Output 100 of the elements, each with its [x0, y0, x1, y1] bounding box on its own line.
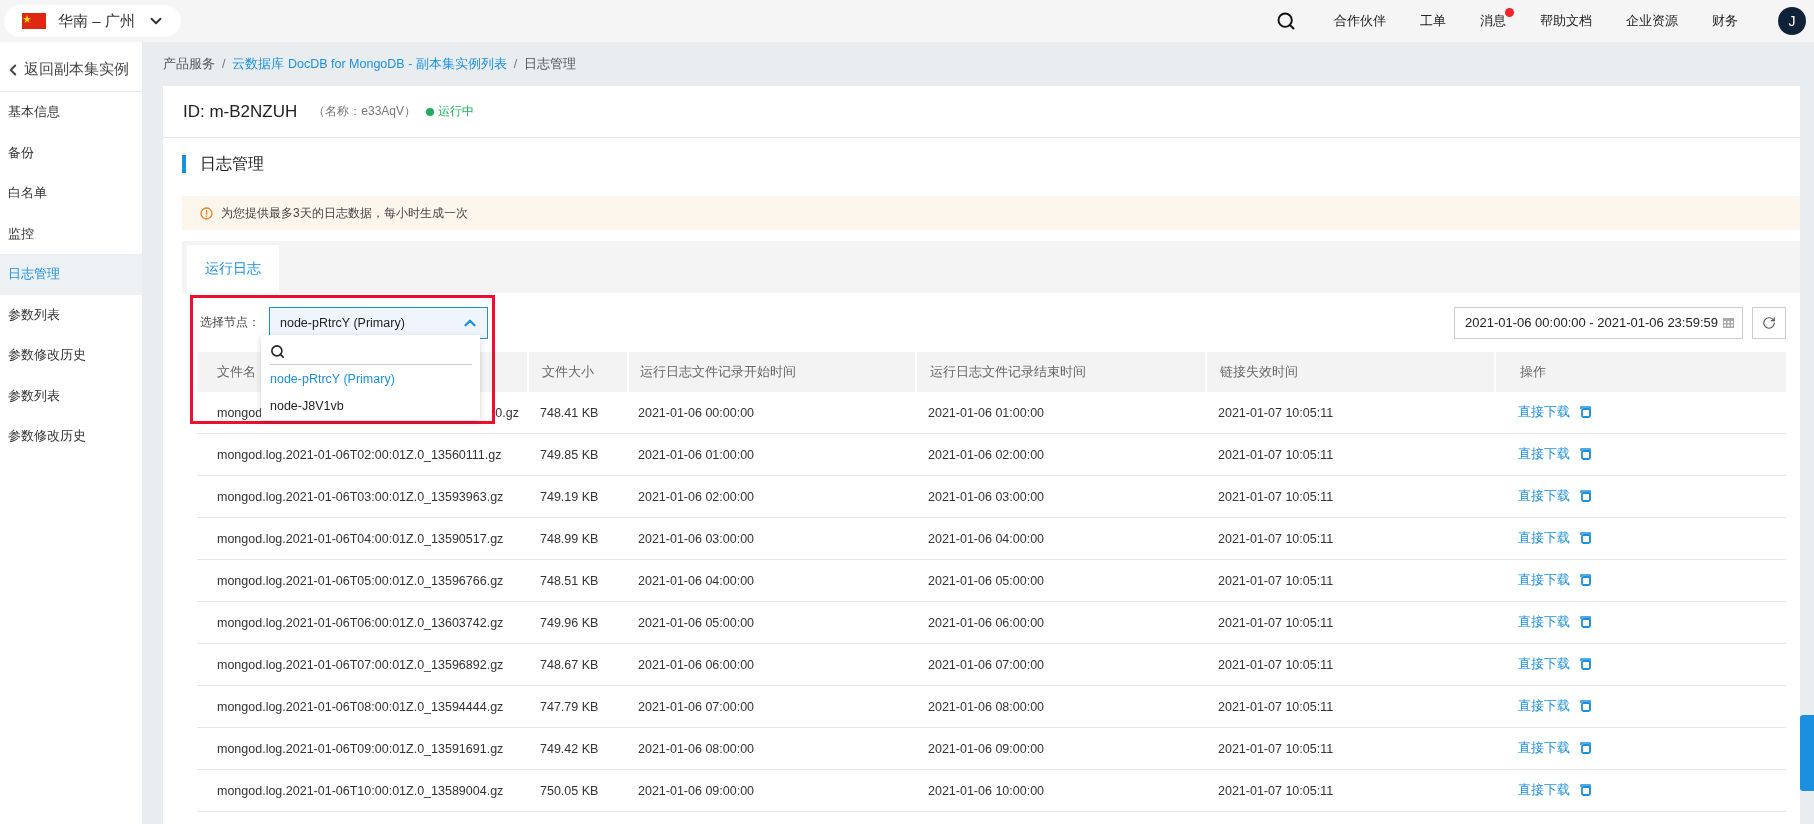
- table-cell-text: 2021-01-06 02:00:00: [927, 446, 1046, 464]
- download-link[interactable]: 直接下载: [1518, 488, 1570, 505]
- instance-name: （名称：e33AqV）: [313, 103, 416, 120]
- notice-text: 为您提供最多3天的日志数据，每小时生成一次: [221, 204, 468, 222]
- back-link[interactable]: 返回副本集实例: [0, 48, 142, 92]
- sidebar-item[interactable]: 参数修改历史: [0, 416, 142, 457]
- table-cell-text: 2021-01-07 10:05:11: [1217, 740, 1335, 758]
- download-link[interactable]: 直接下载: [1518, 530, 1570, 547]
- table-cell-text: 2021-01-06 08:00:00: [637, 740, 756, 758]
- node-select[interactable]: node-pRtrcY (Primary): [269, 306, 488, 339]
- copy-icon[interactable]: [1580, 658, 1593, 671]
- table-cell-text: 2021-01-07 10:05:11: [1217, 530, 1335, 548]
- table-cell-text: 749.85 KB: [539, 446, 600, 464]
- download-link[interactable]: 直接下载: [1518, 656, 1570, 673]
- refresh-icon: [1762, 315, 1776, 330]
- table-cell-text: 2021-01-07 10:05:11: [1217, 698, 1335, 716]
- file-name: mongod.log.2021-01-06T03:00:01Z.0_13593963.gz: [217, 489, 504, 504]
- table-cell-text: 2021-01-06 07:00:00: [927, 656, 1046, 674]
- copy-icon[interactable]: [1580, 448, 1593, 461]
- breadcrumb-item[interactable]: 产品服务: [163, 55, 215, 73]
- table-cell-text: 2021-01-06 00:00:00: [637, 404, 756, 422]
- table-cell-text: 749.42 KB: [539, 740, 600, 758]
- copy-icon[interactable]: [1580, 532, 1593, 545]
- file-name: mongod.log.2021-01-06T04:00:01Z.0_13590517.gz: [217, 531, 504, 546]
- copy-icon[interactable]: [1580, 406, 1593, 419]
- file-name: mongod.log.2021-01-06T09:00:01Z.0_13591691.gz: [217, 741, 504, 756]
- table-cell-text: 2021-01-06 10:00:00: [927, 782, 1046, 800]
- sidebar-item[interactable]: 监控: [0, 213, 142, 254]
- table-cell-text: 2021-01-06 01:00:00: [637, 446, 756, 464]
- table-cell-text: 2021-01-06 01:00:00: [927, 404, 1046, 422]
- breadcrumb-separator: /: [222, 57, 226, 71]
- download-link[interactable]: 直接下载: [1518, 740, 1570, 757]
- search-icon: [270, 343, 285, 359]
- copy-icon[interactable]: [1580, 574, 1593, 587]
- table-cell-text: 2021-01-06 05:00:00: [927, 572, 1046, 590]
- table-cell-text: 748.99 KB: [539, 530, 600, 548]
- file-name: mongod.log.2021-01-06T08:00:01Z.0_13594444.gz: [217, 699, 504, 714]
- nav-link[interactable]: 企业资源: [1626, 13, 1678, 28]
- file-name: mongod.log.2021-01-06T10:00:01Z.0_13589004.gz: [217, 783, 504, 798]
- sidebar-item[interactable]: 基本信息: [0, 92, 142, 133]
- table-cell-text: 748.67 KB: [539, 656, 600, 674]
- table-cell-text: 2021-01-07 10:05:11: [1217, 572, 1335, 590]
- table-cell-text: 2021-01-07 10:05:11: [1217, 782, 1335, 800]
- download-link[interactable]: 直接下载: [1518, 698, 1570, 715]
- column-header: 运行日志文件记录开始时间: [640, 363, 796, 381]
- dropdown-option[interactable]: node-pRtrcY (Primary): [270, 364, 472, 393]
- table-cell-text: 749.96 KB: [539, 614, 600, 632]
- user-avatar[interactable]: J: [1778, 7, 1806, 35]
- region-selector[interactable]: 华南 – 广州: [4, 5, 181, 37]
- file-name: mongod.log.2021-01-06T05:00:01Z.0_13596766.gz: [217, 573, 504, 588]
- table-cell-text: 2021-01-06 02:00:00: [637, 488, 756, 506]
- search-icon[interactable]: [1276, 11, 1296, 31]
- nav-link[interactable]: 财务: [1712, 13, 1738, 28]
- column-header: 文件名: [217, 363, 256, 381]
- copy-icon[interactable]: [1580, 616, 1593, 629]
- table-cell-text: 747.79 KB: [539, 698, 600, 716]
- status-label: 运行中: [426, 103, 474, 120]
- sidebar-item[interactable]: 参数列表: [0, 294, 142, 335]
- download-link[interactable]: 直接下载: [1518, 404, 1570, 421]
- warning-icon: [200, 206, 213, 220]
- file-name: mongod.log.2021-01-06T02:00:01Z.0_13560111.gz: [217, 447, 502, 462]
- table-cell-text: 749.19 KB: [539, 488, 600, 506]
- sidebar-item[interactable]: 参数修改历史: [0, 335, 142, 376]
- copy-icon[interactable]: [1580, 742, 1593, 755]
- dropdown-option[interactable]: node-J8V1vb: [270, 392, 472, 420]
- column-header: 操作: [1520, 363, 1546, 381]
- copy-icon[interactable]: [1580, 490, 1593, 503]
- instance-id: ID: m-B2NZUH: [183, 101, 298, 122]
- nav-link[interactable]: 工单: [1420, 13, 1446, 28]
- sidebar-item[interactable]: 参数列表: [0, 375, 142, 416]
- file-name: mongod: [217, 405, 263, 420]
- download-link[interactable]: 直接下载: [1518, 782, 1570, 799]
- breadcrumb-separator: /: [513, 57, 518, 71]
- nav-link[interactable]: 消息: [1480, 13, 1506, 28]
- table-cell-text: 2021-01-06 03:00:00: [927, 488, 1046, 506]
- table-cell-text: 2021-01-06 04:00:00: [637, 572, 756, 590]
- table-cell-text: 2021-01-07 10:05:11: [1217, 488, 1335, 506]
- table-cell-text: 2021-01-07 10:05:11: [1217, 404, 1335, 422]
- refresh-button[interactable]: [1752, 306, 1786, 339]
- sidebar-item[interactable]: 白名单: [0, 173, 142, 214]
- breadcrumb-item[interactable]: 日志管理: [524, 55, 577, 73]
- sidebar-item[interactable]: 备份: [0, 132, 142, 173]
- date-range-field[interactable]: 2021-01-06 00:00:00 - 2021-01-06 23:59:59: [1454, 306, 1743, 339]
- calendar-icon: [1723, 317, 1734, 328]
- nav-link[interactable]: 帮助文档: [1540, 13, 1592, 28]
- copy-icon[interactable]: [1580, 700, 1593, 713]
- table-cell-text: 2021-01-06 03:00:00: [637, 530, 756, 548]
- section-title: 日志管理: [182, 155, 1800, 173]
- download-link[interactable]: 直接下载: [1518, 446, 1570, 463]
- file-name-end: 0.gz: [495, 405, 519, 420]
- table-cell-text: 2021-01-06 05:00:00: [637, 614, 756, 632]
- table-cell-text: 748.41 KB: [539, 404, 600, 422]
- node-label: 选择节点：: [200, 314, 260, 331]
- table-cell-text: 2021-01-07 10:05:11: [1217, 614, 1335, 632]
- copy-icon[interactable]: [1580, 784, 1593, 797]
- download-link[interactable]: 直接下载: [1518, 614, 1570, 631]
- tab[interactable]: 运行日志: [187, 245, 279, 293]
- nav-link[interactable]: 合作伙伴: [1334, 13, 1386, 28]
- download-link[interactable]: 直接下载: [1518, 572, 1570, 589]
- table-cell-text: 2021-01-07 10:05:11: [1217, 656, 1335, 674]
